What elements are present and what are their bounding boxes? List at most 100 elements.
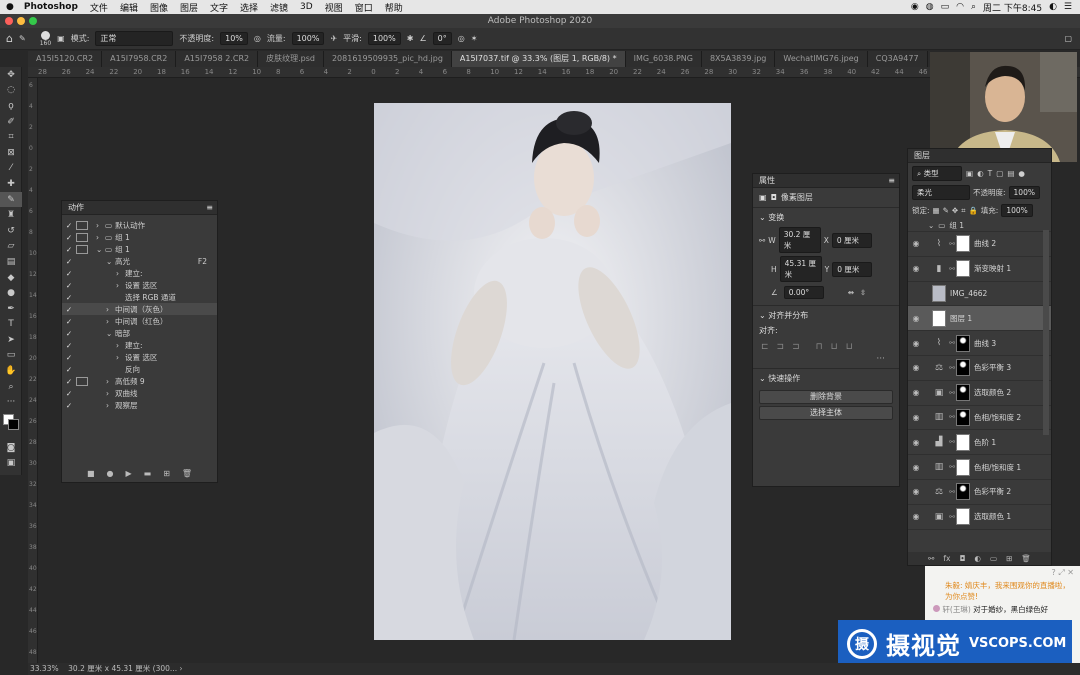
- check-icon[interactable]: ✓: [62, 365, 76, 374]
- menu-help[interactable]: 帮助: [379, 1, 409, 14]
- eye-icon[interactable]: ◉: [908, 363, 924, 372]
- type-tool-icon[interactable]: T: [0, 317, 22, 333]
- action-row[interactable]: ✓ › 高低频 9: [62, 375, 217, 387]
- link-icon[interactable]: ⚯: [948, 265, 956, 273]
- action-row[interactable]: ✓ › 设置 选区: [62, 279, 217, 291]
- selective-color-icon[interactable]: ▣: [932, 386, 946, 400]
- chevron-down-icon[interactable]: ⌄: [96, 245, 105, 254]
- lasso-tool-icon[interactable]: ϙ: [0, 98, 22, 114]
- layer-name[interactable]: 色阶 1: [974, 437, 996, 448]
- eye-icon[interactable]: ◉: [908, 487, 924, 496]
- check-icon[interactable]: ✓: [62, 257, 76, 266]
- panel-menu-icon[interactable]: ≡: [206, 201, 213, 215]
- stop-icon[interactable]: ■: [87, 469, 95, 478]
- action-row[interactable]: ✓ › 设置 选区: [62, 351, 217, 363]
- layer-name[interactable]: 曲线 3: [974, 338, 996, 349]
- hand-tool-icon[interactable]: ✋: [0, 363, 22, 379]
- add-mask-icon[interactable]: ◘: [959, 554, 965, 563]
- filter-smart-icon[interactable]: ▤: [1007, 169, 1014, 178]
- trash-icon[interactable]: 🗑: [182, 469, 192, 478]
- chevron-right-icon[interactable]: ›: [116, 269, 125, 278]
- width-input[interactable]: 30.2 厘米: [778, 227, 821, 253]
- align-bottom-icon[interactable]: ⊔: [846, 342, 853, 352]
- tab-doc[interactable]: 8X5A3839.jpg: [701, 51, 776, 67]
- link-icon[interactable]: ⚯: [948, 513, 956, 521]
- tab-doc[interactable]: 皮肤纹理.psd: [258, 51, 324, 67]
- lock-position-icon[interactable]: ✥: [952, 206, 958, 215]
- menu-file[interactable]: 文件: [84, 1, 114, 14]
- check-icon[interactable]: ✓: [62, 353, 76, 362]
- layer-thumbnail[interactable]: [932, 309, 946, 327]
- dialog-toggle-icon[interactable]: [76, 281, 88, 290]
- layers-scrollbar[interactable]: [1043, 230, 1049, 435]
- link-icon[interactable]: ⚯: [948, 389, 956, 397]
- new-group-icon[interactable]: ▭: [990, 554, 997, 563]
- lock-all-icon[interactable]: 🔒: [968, 206, 977, 215]
- menu-3d[interactable]: 3D: [294, 2, 319, 12]
- layer-thumbnail[interactable]: [956, 508, 970, 526]
- workspace-icon[interactable]: ▢: [1064, 34, 1072, 43]
- close-window-button[interactable]: [5, 17, 13, 25]
- color-balance-icon[interactable]: ⚖: [932, 485, 946, 499]
- frame-tool-icon[interactable]: ⊠: [0, 145, 22, 161]
- pressure-size-icon[interactable]: ◎: [458, 34, 465, 43]
- menu-layer[interactable]: 图层: [174, 1, 204, 14]
- chevron-right-icon[interactable]: ›: [106, 317, 115, 326]
- action-row[interactable]: ✓ ⌄ ▭ 组 1: [62, 243, 217, 255]
- stamp-tool-icon[interactable]: ♜: [0, 207, 22, 223]
- color-swatches[interactable]: [0, 410, 22, 440]
- document-info[interactable]: 30.2 厘米 x 45.31 厘米 (300...: [68, 664, 177, 673]
- new-layer-icon[interactable]: ⊞: [1006, 554, 1012, 563]
- layer-row[interactable]: ◉ ⌇ ⚯ 曲线 3: [908, 331, 1051, 356]
- eye-icon[interactable]: ◉: [908, 239, 924, 248]
- more-options-icon[interactable]: ···: [753, 354, 899, 364]
- expand-icon[interactable]: ⤢: [1058, 568, 1064, 577]
- eye-icon[interactable]: ◉: [908, 438, 924, 447]
- menu-view[interactable]: 视图: [319, 1, 349, 14]
- brush-tool-icon[interactable]: ✎: [0, 191, 22, 208]
- rotation-input[interactable]: 0.00°: [783, 286, 824, 299]
- tab-doc[interactable]: A15I7958 2.CR2: [176, 51, 259, 67]
- curves-icon[interactable]: ⌇: [932, 237, 946, 251]
- check-icon[interactable]: ✓: [62, 293, 76, 302]
- eye-icon[interactable]: ◉: [908, 314, 924, 323]
- tab-doc[interactable]: WechatIMG76.jpeg: [775, 51, 868, 67]
- history-brush-icon[interactable]: ↺: [0, 223, 22, 239]
- link-icon[interactable]: ⚯: [948, 364, 956, 372]
- layer-row[interactable]: ◉ 图层 1: [908, 306, 1051, 332]
- blend-mode-select[interactable]: 柔光: [912, 185, 970, 200]
- app-menu[interactable]: Photoshop: [20, 2, 84, 12]
- align-section-header[interactable]: ⌄ 对齐并分布: [753, 306, 899, 325]
- ruler-horizontal[interactable]: 28 26 24 22 20 18 16 14 12 10 8 6 4 2 0 2 4 6 8 10 12 14 16 18 2…: [28, 67, 1080, 78]
- wifi-icon[interactable]: ◠: [956, 2, 964, 12]
- gradient-tool-icon[interactable]: ▤: [0, 254, 22, 270]
- record-icon[interactable]: ●: [107, 469, 114, 478]
- chevron-right-icon[interactable]: ›: [96, 233, 105, 242]
- link-icon[interactable]: ⚯: [759, 236, 765, 245]
- status-menu-icon[interactable]: ◉: [911, 2, 919, 12]
- battery-icon[interactable]: ▭: [941, 2, 950, 12]
- align-top-icon[interactable]: ⊓: [816, 342, 823, 352]
- layer-name[interactable]: 色彩平衡 2: [974, 486, 1011, 497]
- crop-tool-icon[interactable]: ⌗: [0, 129, 22, 145]
- flip-horizontal-icon[interactable]: ⇹: [848, 288, 854, 297]
- actions-panel-header[interactable]: 动作 ≡: [62, 201, 217, 215]
- chevron-right-icon[interactable]: ›: [106, 377, 115, 386]
- dialog-toggle-icon[interactable]: [76, 329, 88, 338]
- chevron-right-icon[interactable]: ›: [116, 341, 125, 350]
- layer-thumbnail[interactable]: [956, 384, 970, 402]
- ruler-vertical[interactable]: 6 4 2 0 2 4 6 8 10 12 14 16 18 20 22 24 26 28 30 32 34 36 38 40…: [28, 78, 38, 663]
- new-set-icon[interactable]: ▬: [144, 469, 152, 478]
- layer-thumbnail[interactable]: [956, 458, 970, 476]
- symmetry-icon[interactable]: ✶: [471, 34, 478, 43]
- menu-window[interactable]: 窗口: [349, 1, 379, 14]
- smooth-input[interactable]: 100%: [367, 32, 401, 45]
- dialog-toggle-icon[interactable]: [76, 376, 88, 386]
- layer-name[interactable]: 渐变映射 1: [974, 263, 1011, 274]
- eye-icon[interactable]: ◉: [908, 463, 924, 472]
- properties-panel-header[interactable]: 属性 ≡: [753, 174, 899, 188]
- flip-vertical-icon[interactable]: ⇳: [860, 288, 866, 297]
- check-icon[interactable]: ✓: [62, 329, 76, 338]
- layer-row[interactable]: ◉ ▥ ⚯ 色相/饱和度 2: [908, 406, 1051, 431]
- opacity-input[interactable]: 10%: [220, 32, 248, 45]
